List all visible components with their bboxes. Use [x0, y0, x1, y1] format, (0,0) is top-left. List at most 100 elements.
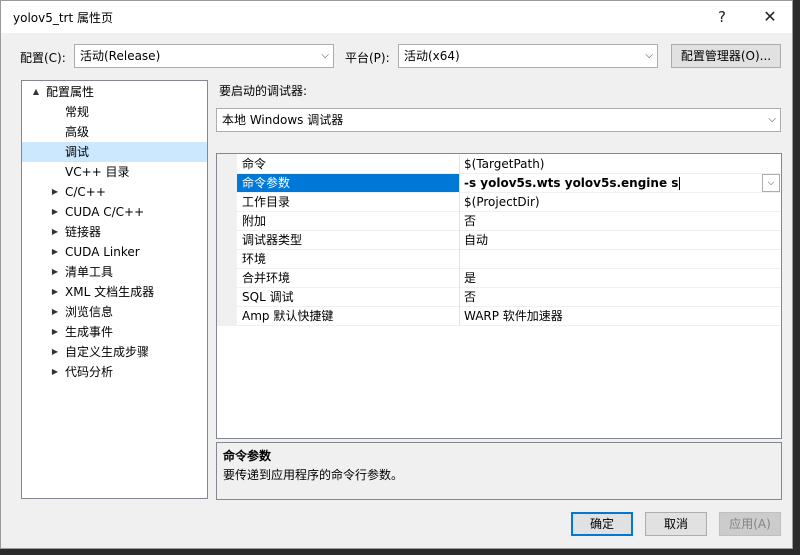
grid-gutter: [217, 154, 237, 326]
property-row-debugger-type[interactable]: 调试器类型 自动: [237, 231, 781, 250]
column-separator: [459, 250, 460, 269]
tree-item-label: 调试: [65, 145, 90, 159]
property-row-environment[interactable]: 环境: [237, 250, 781, 269]
property-row-sql-debugging[interactable]: SQL 调试 否: [237, 288, 781, 307]
property-value: WARP 软件加速器: [464, 309, 563, 323]
column-separator: [459, 231, 460, 250]
tree-item-manifest-tool[interactable]: ▶ 清单工具: [22, 262, 207, 282]
tree-item-label: C/C++: [65, 185, 106, 199]
property-name: SQL 调试: [242, 290, 294, 304]
expand-icon[interactable]: ▶: [49, 222, 61, 242]
cancel-button[interactable]: 取消: [645, 512, 707, 536]
tree-item-label: 高级: [65, 125, 90, 139]
property-grid: 命令 $(TargetPath) 命令参数 -s yolov5s.wts yol…: [216, 153, 782, 439]
property-name: 调试器类型: [242, 233, 303, 247]
column-separator: [459, 212, 460, 231]
collapse-icon[interactable]: ▲: [30, 82, 42, 102]
tree-item-browse-info[interactable]: ▶ 浏览信息: [22, 302, 207, 322]
property-name: Amp 默认快捷键: [242, 309, 334, 323]
debugger-select[interactable]: 本地 Windows 调试器 ⌵: [216, 108, 781, 132]
property-row-working-directory[interactable]: 工作目录 $(ProjectDir): [237, 193, 781, 212]
property-value: $(ProjectDir): [464, 195, 540, 209]
debugger-label: 要启动的调试器:: [219, 84, 308, 98]
platform-label: 平台(P):: [345, 51, 390, 65]
tree-item-debugging[interactable]: 调试: [22, 142, 207, 162]
expand-icon[interactable]: ▶: [49, 342, 61, 362]
property-name: 合并环境: [242, 271, 291, 285]
tree-item-label: CUDA C/C++: [65, 205, 145, 219]
debugger-value: 本地 Windows 调试器: [222, 113, 344, 127]
tree-item-cuda-linker[interactable]: ▶ CUDA Linker: [22, 242, 207, 262]
tree-item-label: 清单工具: [65, 265, 114, 279]
help-icon[interactable]: ?: [709, 5, 735, 29]
config-label: 配置(C):: [20, 51, 66, 65]
tree-item-vc-directories[interactable]: VC++ 目录: [22, 162, 207, 182]
tree-item-code-analysis[interactable]: ▶ 代码分析: [22, 362, 207, 382]
expand-icon[interactable]: ▶: [49, 322, 61, 342]
tree-item-custom-build-step[interactable]: ▶ 自定义生成步骤: [22, 342, 207, 362]
expand-icon[interactable]: ▶: [49, 242, 61, 262]
text-caret: [679, 177, 681, 190]
command-arguments-text: -s yolov5s.wts yolov5s.engine s: [464, 176, 679, 190]
title-bar: yolov5_trt 属性页 ? ✕: [1, 1, 792, 33]
tree-item-label: XML 文档生成器: [65, 285, 155, 299]
property-row-attach[interactable]: 附加 否: [237, 212, 781, 231]
apply-button[interactable]: 应用(A): [719, 512, 781, 536]
tree-item-xml-doc-generator[interactable]: ▶ XML 文档生成器: [22, 282, 207, 302]
ok-button[interactable]: 确定: [571, 512, 633, 536]
property-name: 命令: [242, 157, 267, 171]
property-row-amp-default-accelerator[interactable]: Amp 默认快捷键 WARP 软件加速器: [237, 307, 781, 326]
column-separator: [459, 174, 460, 193]
config-manager-button[interactable]: 配置管理器(O)...: [671, 44, 781, 68]
property-row-command-arguments[interactable]: 命令参数 -s yolov5s.wts yolov5s.engine s: [237, 174, 781, 193]
property-value: $(TargetPath): [464, 157, 545, 171]
property-pages-dialog: yolov5_trt 属性页 ? ✕ 配置(C): 活动(Release) ⌵ …: [0, 0, 793, 549]
tree-item-label: 浏览信息: [65, 305, 114, 319]
tree-item-cuda-c-cpp[interactable]: ▶ CUDA C/C++: [22, 202, 207, 222]
expand-icon[interactable]: ▶: [49, 302, 61, 322]
tree-item-advanced[interactable]: 高级: [22, 122, 207, 142]
description-text: 要传递到应用程序的命令行参数。: [223, 468, 404, 482]
column-separator: [459, 307, 460, 326]
property-value: 自动: [464, 233, 489, 247]
expand-icon[interactable]: ▶: [49, 262, 61, 282]
tree-item-linker[interactable]: ▶ 链接器: [22, 222, 207, 242]
chevron-down-icon: ⌵: [321, 50, 329, 61]
platform-select[interactable]: 活动(x64) ⌵: [398, 44, 658, 68]
property-value: 否: [464, 290, 477, 304]
tree-item-general[interactable]: 常规: [22, 102, 207, 122]
expand-icon[interactable]: ▶: [49, 362, 61, 382]
config-value: 活动(Release): [80, 49, 161, 63]
chevron-down-icon: ⌵: [768, 114, 776, 125]
close-icon[interactable]: ✕: [757, 5, 783, 29]
property-value: 否: [464, 214, 477, 228]
tree-item-c-cpp[interactable]: ▶ C/C++: [22, 182, 207, 202]
tree-item-label: 生成事件: [65, 325, 114, 339]
property-row-command[interactable]: 命令 $(TargetPath): [237, 155, 781, 174]
expand-icon[interactable]: ▶: [49, 282, 61, 302]
chevron-down-icon: ⌵: [645, 50, 653, 61]
description-panel: 命令参数 要传递到应用程序的命令行参数。: [216, 442, 782, 500]
config-select[interactable]: 活动(Release) ⌵: [74, 44, 334, 68]
property-name: 附加: [242, 214, 267, 228]
platform-value: 活动(x64): [404, 49, 460, 63]
tree-item-build-events[interactable]: ▶ 生成事件: [22, 322, 207, 342]
tree-item-label: CUDA Linker: [65, 245, 140, 259]
tree-item-label: VC++ 目录: [65, 165, 130, 179]
column-separator: [459, 269, 460, 288]
tree-item-label: 配置属性: [46, 85, 95, 99]
command-arguments-input[interactable]: -s yolov5s.wts yolov5s.engine s: [464, 174, 681, 193]
column-separator: [459, 288, 460, 307]
tree-item-label: 常规: [65, 105, 90, 119]
tree-item-label: 链接器: [65, 225, 102, 239]
tree-item-config-properties[interactable]: ▲ 配置属性: [22, 82, 207, 102]
property-row-merge-environment[interactable]: 合并环境 是: [237, 269, 781, 288]
property-name: 工作目录: [242, 195, 291, 209]
expand-icon[interactable]: ▶: [49, 182, 61, 202]
chevron-down-icon[interactable]: ⌵: [762, 174, 780, 192]
property-tree: ▲ 配置属性 常规 高级 调试 VC++ 目录 ▶ C/C++ ▶ CUDA C…: [21, 80, 208, 499]
column-separator: [459, 193, 460, 212]
tree-item-label: 代码分析: [65, 365, 114, 379]
expand-icon[interactable]: ▶: [49, 202, 61, 222]
property-value: 是: [464, 271, 477, 285]
